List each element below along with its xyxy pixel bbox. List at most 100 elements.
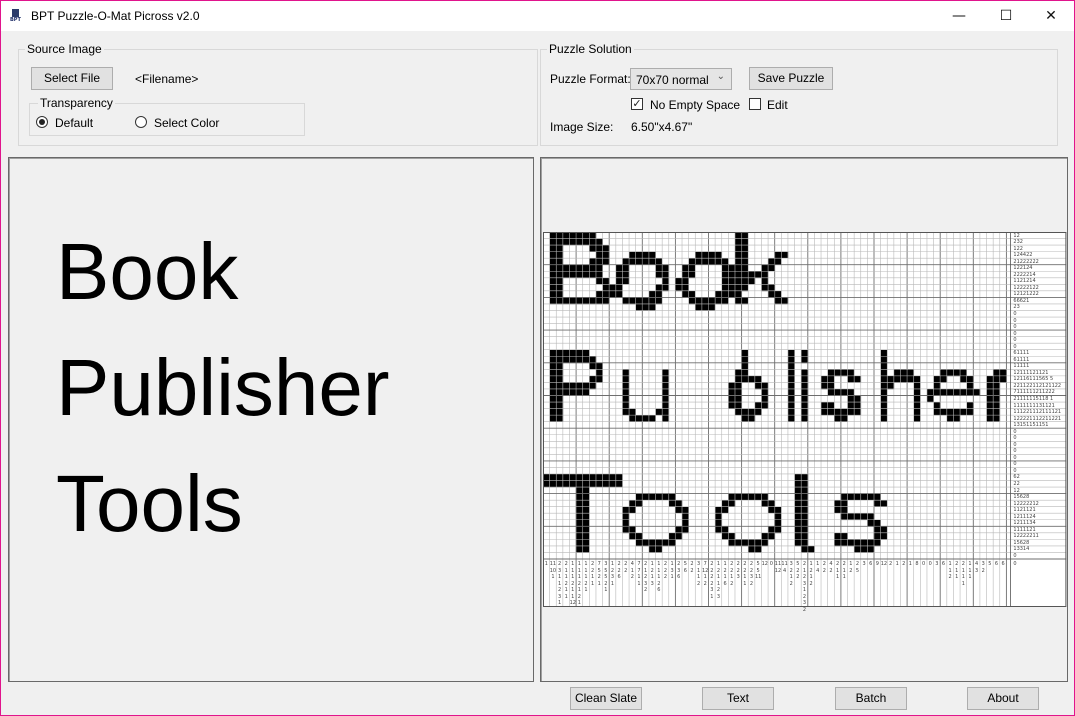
filled-cell[interactable]: [960, 375, 967, 383]
filled-cell[interactable]: [675, 526, 683, 534]
filled-cell[interactable]: [748, 539, 756, 547]
filled-cell[interactable]: [880, 356, 888, 364]
filled-cell[interactable]: [695, 258, 703, 265]
filled-cell[interactable]: [913, 402, 921, 409]
filled-cell[interactable]: [734, 388, 742, 396]
filled-cell[interactable]: [582, 480, 590, 488]
filled-cell[interactable]: [801, 402, 809, 409]
filled-cell[interactable]: [576, 493, 584, 501]
filled-cell[interactable]: [734, 382, 742, 390]
filled-cell[interactable]: [642, 251, 650, 259]
filled-cell[interactable]: [576, 297, 584, 305]
filled-cell[interactable]: [946, 415, 954, 422]
filled-cell[interactable]: [880, 526, 888, 534]
filled-cell[interactable]: [741, 539, 749, 547]
filled-cell[interactable]: [728, 388, 736, 396]
filled-cell[interactable]: [741, 232, 749, 239]
filled-cell[interactable]: [741, 349, 749, 357]
filled-cell[interactable]: [748, 271, 756, 279]
filled-cell[interactable]: [582, 493, 590, 501]
filled-cell[interactable]: [576, 264, 584, 272]
filled-cell[interactable]: [801, 519, 809, 527]
filled-cell[interactable]: [728, 500, 736, 507]
filled-cell[interactable]: [549, 382, 557, 390]
filled-cell[interactable]: [880, 369, 888, 377]
filled-cell[interactable]: [966, 375, 974, 383]
filled-cell[interactable]: [549, 415, 557, 422]
filled-cell[interactable]: [741, 493, 749, 501]
text-button[interactable]: Text: [702, 687, 774, 710]
filled-cell[interactable]: [582, 382, 590, 390]
filled-cell[interactable]: [761, 264, 769, 272]
filled-cell[interactable]: [794, 487, 802, 494]
filled-cell[interactable]: [728, 277, 736, 285]
filled-cell[interactable]: [768, 532, 775, 540]
filled-cell[interactable]: [549, 362, 557, 370]
filled-cell[interactable]: [549, 356, 557, 364]
filled-cell[interactable]: [986, 388, 994, 396]
filled-cell[interactable]: [595, 480, 603, 488]
filled-cell[interactable]: [721, 264, 729, 272]
filled-cell[interactable]: [576, 382, 584, 390]
filled-cell[interactable]: [946, 408, 954, 416]
filled-cell[interactable]: [648, 258, 656, 265]
filled-cell[interactable]: [748, 408, 756, 416]
filled-cell[interactable]: [589, 258, 597, 265]
filled-cell[interactable]: [549, 251, 557, 259]
filled-cell[interactable]: [655, 297, 663, 305]
filled-cell[interactable]: [774, 526, 782, 534]
filled-cell[interactable]: [655, 271, 663, 279]
filled-cell[interactable]: [622, 271, 630, 279]
filled-cell[interactable]: [556, 395, 564, 403]
filled-cell[interactable]: [562, 232, 570, 239]
filled-cell[interactable]: [734, 277, 742, 285]
filled-cell[interactable]: [794, 493, 802, 501]
filled-cell[interactable]: [893, 375, 901, 383]
filled-cell[interactable]: [556, 297, 564, 305]
filled-cell[interactable]: [874, 493, 881, 501]
filled-cell[interactable]: [741, 258, 749, 265]
filled-cell[interactable]: [893, 369, 901, 377]
filled-cell[interactable]: [993, 369, 1001, 377]
filled-cell[interactable]: [655, 290, 663, 298]
filled-cell[interactable]: [675, 277, 683, 285]
filled-cell[interactable]: [629, 500, 636, 507]
filled-cell[interactable]: [582, 513, 590, 521]
filled-cell[interactable]: [986, 408, 994, 416]
filled-cell[interactable]: [556, 375, 564, 383]
filled-cell[interactable]: [569, 349, 577, 357]
filled-cell[interactable]: [582, 545, 590, 553]
filled-cell[interactable]: [768, 500, 775, 507]
filled-cell[interactable]: [768, 258, 775, 265]
filled-cell[interactable]: [662, 402, 670, 409]
filled-cell[interactable]: [794, 506, 802, 514]
filled-cell[interactable]: [761, 388, 769, 396]
filled-cell[interactable]: [748, 545, 756, 553]
filled-cell[interactable]: [754, 375, 762, 383]
filled-cell[interactable]: [801, 388, 809, 396]
filled-cell[interactable]: [635, 415, 643, 422]
filled-cell[interactable]: [854, 402, 862, 409]
filled-cell[interactable]: [582, 532, 590, 540]
filled-cell[interactable]: [688, 271, 696, 279]
filled-cell[interactable]: [668, 532, 676, 540]
filled-cell[interactable]: [734, 369, 742, 377]
filled-cell[interactable]: [715, 526, 723, 534]
filled-cell[interactable]: [582, 297, 590, 305]
filled-cell[interactable]: [549, 369, 557, 377]
filled-cell[interactable]: [642, 539, 650, 547]
filled-cell[interactable]: [761, 532, 769, 540]
select-color-radio-label[interactable]: Select Color: [154, 116, 219, 130]
filled-cell[interactable]: [675, 532, 683, 540]
filled-cell[interactable]: [940, 388, 948, 396]
filled-cell[interactable]: [761, 493, 769, 501]
filled-cell[interactable]: [761, 402, 769, 409]
filled-cell[interactable]: [834, 415, 842, 422]
filled-cell[interactable]: [576, 506, 584, 514]
filled-cell[interactable]: [986, 415, 994, 422]
filled-cell[interactable]: [556, 264, 564, 272]
filled-cell[interactable]: [549, 232, 557, 239]
filled-cell[interactable]: [794, 526, 802, 534]
filled-cell[interactable]: [576, 519, 584, 527]
no-empty-space-label[interactable]: No Empty Space: [650, 98, 740, 112]
